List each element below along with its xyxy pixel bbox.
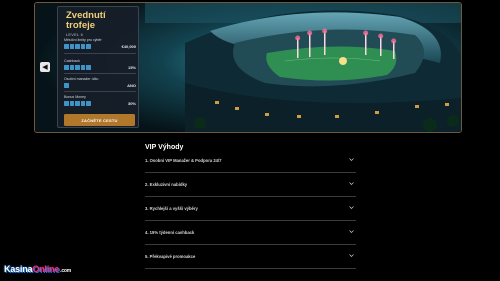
accordion-item-4[interactable]: 4. 15% týdenní cashback: [145, 221, 356, 245]
stat-label: Cashback: [64, 59, 80, 63]
level-boxes: [64, 65, 91, 70]
chevron-down-icon: [349, 206, 354, 209]
vip-level-card: Zvednutí trofeje LEVEL 6 Měsíční limity …: [57, 6, 139, 128]
site-logo: Kasina Online .com: [4, 262, 71, 276]
chevron-left-icon: ◀: [42, 63, 48, 71]
accordion-item-3[interactable]: 3. Rychlejší a vyšší výběry: [145, 197, 356, 221]
stat-label: Měsíční limity pro výběr: [64, 38, 102, 42]
start-journey-button[interactable]: ZAČNĚTE CESTU: [64, 114, 135, 126]
logo-suffix: .com: [60, 267, 72, 274]
divider: [64, 53, 136, 54]
level-boxes: [64, 44, 91, 49]
accordion-label: 4. 15% týdenní cashback: [145, 230, 195, 235]
accordion-label: 5. Překvapivé promoakce: [145, 254, 196, 259]
divider: [64, 91, 136, 92]
stat-value: 15%: [127, 65, 136, 70]
prev-arrow-button[interactable]: ◀: [40, 62, 50, 72]
chevron-down-icon: [349, 254, 354, 257]
stat-value: ANO: [127, 83, 136, 88]
logo-part1: Kasina: [4, 264, 33, 274]
stat-cashback: Cashback 15%: [64, 59, 136, 70]
stat-account-manager: Osobní manažer účtu ANO: [64, 77, 136, 88]
level-badge: LEVEL 6: [66, 32, 84, 37]
stat-label: Bonus Money: [64, 95, 86, 99]
level-boxes: [64, 83, 69, 88]
divider: [64, 73, 136, 74]
accordion-item-2[interactable]: 2. Exkluzivní nabídky: [145, 173, 356, 197]
accordion-label: 3. Rychlejší a vyšší výběry: [145, 206, 198, 211]
level-title-line2: trofeje: [66, 20, 96, 31]
stat-bonus-money: Bonus Money 30%: [64, 95, 136, 106]
stat-label: Osobní manažer účtu: [64, 77, 99, 81]
chevron-down-icon: [349, 158, 354, 161]
chevron-down-icon: [349, 182, 354, 185]
chevron-down-icon: [349, 230, 354, 233]
logo-part2: Online: [32, 264, 60, 274]
level-boxes: [64, 101, 91, 106]
accordion-label: 2. Exkluzivní nabídky: [145, 182, 188, 187]
stat-value: 30%: [127, 101, 136, 106]
stat-value: €40,000: [121, 44, 136, 49]
stat-withdrawal-limit: Měsíční limity pro výběr €40,000: [64, 38, 136, 49]
accordion-item-1[interactable]: 1. Osobní VIP Manažer & Podpora 24/7: [145, 149, 356, 173]
accordion-label: 1. Osobní VIP Manažer & Podpora 24/7: [145, 158, 222, 163]
accordion-item-5[interactable]: 5. Překvapivé promoakce: [145, 245, 356, 269]
